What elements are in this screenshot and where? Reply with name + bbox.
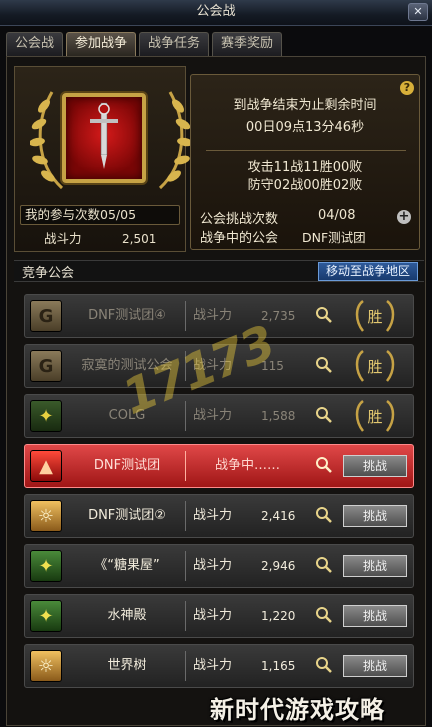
guild-eagle-icon: ✦ bbox=[30, 600, 62, 632]
player-power-value: 2,501 bbox=[122, 232, 157, 246]
close-button[interactable]: ✕ bbox=[408, 3, 428, 21]
guild-power-value: 2,416 bbox=[261, 509, 296, 523]
guild-g-icon: G bbox=[30, 300, 62, 332]
guild-name: DNF测试团② bbox=[88, 508, 166, 523]
guild-name: 《“糖果屋” bbox=[94, 558, 160, 573]
guild-row: ☼ DNF测试团② 战斗力 2,416 挑战 bbox=[24, 494, 414, 538]
victory-badge-text: 胜 bbox=[367, 308, 382, 326]
window-title-bar: 公会战 ✕ bbox=[0, 0, 432, 26]
search-icon[interactable] bbox=[315, 656, 333, 674]
row-divider bbox=[185, 651, 186, 681]
countdown-title: 到战争结束为止剩余时间 bbox=[233, 98, 377, 113]
guild-emblem bbox=[62, 93, 146, 183]
plus-icon[interactable]: + bbox=[397, 210, 411, 224]
victory-badge-icon: 胜 bbox=[355, 400, 395, 432]
guild-name: DNF测试团④ bbox=[88, 308, 166, 323]
challenge-button[interactable]: 挑战 bbox=[343, 455, 407, 477]
guild-power-value: 1,165 bbox=[261, 659, 296, 673]
guild-eagle-icon: ✦ bbox=[30, 550, 62, 582]
competing-guilds-title: 竞争公会 bbox=[22, 266, 75, 281]
search-icon[interactable] bbox=[315, 456, 333, 474]
guild-flame-icon: ▲ bbox=[30, 450, 62, 482]
challenge-count-label: 公会挑战次数 bbox=[200, 212, 279, 227]
challenge-button[interactable]: 挑战 bbox=[343, 505, 407, 527]
tab-bar: 公会战 参加战争 战争任务 赛季奖励 bbox=[6, 32, 283, 56]
victory-badge-text: 胜 bbox=[367, 358, 382, 376]
guild-row: ✦ COLG 战斗力 1,588 胜 bbox=[24, 394, 414, 438]
guild-power-value: 1,220 bbox=[261, 609, 296, 623]
row-divider bbox=[185, 501, 186, 531]
info-divider bbox=[206, 150, 406, 151]
guild-sun-icon: ☼ bbox=[30, 650, 62, 682]
defense-record: 防守02战00胜02败 bbox=[247, 178, 363, 193]
challenge-count-value: 04/08 bbox=[318, 208, 356, 223]
victory-badge-text: 胜 bbox=[367, 408, 382, 426]
guild-power-value: 2,946 bbox=[261, 559, 296, 573]
guild-power-value: 1,588 bbox=[261, 409, 296, 423]
search-icon[interactable] bbox=[315, 606, 333, 624]
tab-guild-war[interactable]: 公会战 bbox=[6, 32, 64, 56]
war-status: 战争中…… bbox=[215, 458, 281, 473]
challenge-button[interactable]: 挑战 bbox=[343, 655, 407, 677]
move-to-war-zone-button[interactable]: 移动至战争地区 bbox=[318, 262, 418, 281]
laurel-right-icon bbox=[158, 91, 192, 190]
challenge-button[interactable]: 挑战 bbox=[343, 555, 407, 577]
search-icon[interactable] bbox=[315, 306, 333, 324]
window-title: 公会战 bbox=[196, 4, 236, 19]
attack-record: 攻击11战11胜00败 bbox=[247, 160, 363, 175]
guild-row: ☼ 世界树 战斗力 1,165 挑战 bbox=[24, 644, 414, 688]
tab-season-rewards[interactable]: 赛季奖励 bbox=[212, 32, 283, 56]
at-war-guild: DNF测试团 bbox=[302, 230, 366, 245]
guild-name: DNF测试团 bbox=[93, 458, 161, 473]
challenge-button[interactable]: 挑战 bbox=[343, 605, 407, 627]
row-divider bbox=[185, 451, 186, 481]
victory-badge-icon: 胜 bbox=[355, 300, 395, 332]
guild-row: ✦ 水神殿 战斗力 1,220 挑战 bbox=[24, 594, 414, 638]
search-icon[interactable] bbox=[315, 406, 333, 424]
row-divider bbox=[185, 551, 186, 581]
row-divider bbox=[185, 301, 186, 331]
guild-name: 世界树 bbox=[107, 658, 147, 673]
site-watermark: 新时代游戏攻略 bbox=[210, 696, 385, 724]
player-power-label: 战斗力 bbox=[44, 231, 82, 246]
tab-war-missions[interactable]: 战争任务 bbox=[139, 32, 210, 56]
guild-power-label: 战斗力 bbox=[193, 558, 233, 573]
search-icon[interactable] bbox=[315, 556, 333, 574]
tab-join-war[interactable]: 参加战争 bbox=[66, 32, 137, 56]
guild-row-at-war: ▲ DNF测试团 战争中…… 挑战 bbox=[24, 444, 414, 488]
guild-name: 水神殿 bbox=[107, 608, 147, 623]
guild-power-label: 战斗力 bbox=[193, 508, 233, 523]
countdown-value: 00日09点13分46秒 bbox=[245, 120, 365, 135]
sword-icon bbox=[90, 102, 118, 169]
player-power: 战斗力 2,501 bbox=[20, 229, 180, 249]
search-icon[interactable] bbox=[315, 356, 333, 374]
guild-sun-icon: ☼ bbox=[30, 500, 62, 532]
guild-g-icon: G bbox=[30, 350, 62, 382]
guild-power-label: 战斗力 bbox=[193, 658, 233, 673]
guild-power-label: 战斗力 bbox=[193, 608, 233, 623]
search-icon[interactable] bbox=[315, 506, 333, 524]
help-icon[interactable]: ? bbox=[400, 81, 414, 95]
guild-row: ✦ 《“糖果屋” 战斗力 2,946 挑战 bbox=[24, 544, 414, 588]
victory-badge-icon: 胜 bbox=[355, 350, 395, 382]
row-divider bbox=[185, 601, 186, 631]
participation-count: 我的参与次数05/05 bbox=[20, 205, 180, 225]
guild-eagle-icon: ✦ bbox=[30, 400, 62, 432]
at-war-label: 战争中的公会 bbox=[200, 231, 279, 246]
